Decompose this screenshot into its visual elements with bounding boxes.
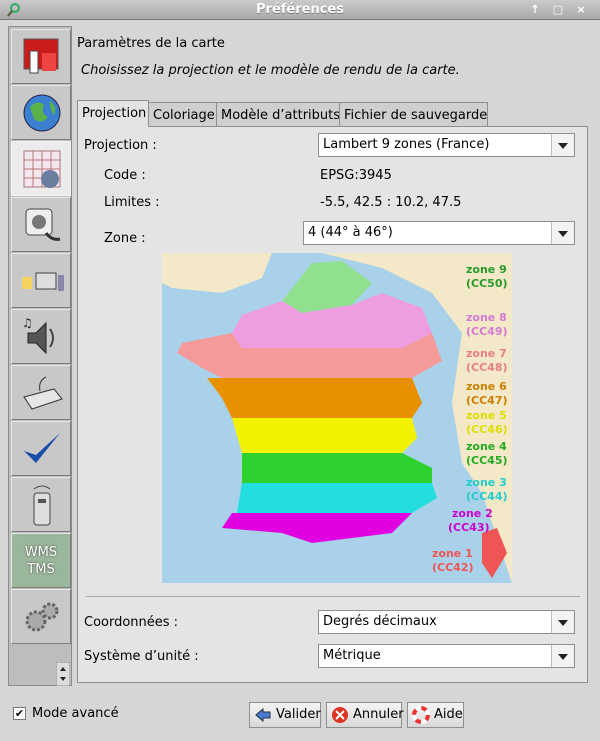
tab-attribute-model[interactable]: Modèle d’attributs xyxy=(216,102,340,126)
zone-select[interactable]: 4 (44° à 46°) xyxy=(303,221,575,245)
zone-3-name: zone 3 xyxy=(466,476,507,489)
paint-icon xyxy=(23,38,59,74)
sidebar-item-rendering[interactable] xyxy=(11,29,71,84)
coordinates-label: Coordonnées : xyxy=(84,615,179,630)
tab-save-file[interactable]: Fichier de sauvegarde xyxy=(339,102,488,126)
zone-2-cc: (CC43) xyxy=(448,521,490,534)
lifebuoy-icon xyxy=(412,706,430,724)
wms-label: WMS xyxy=(24,545,58,560)
limits-value: -5.5, 42.5 : 10.2, 47.5 xyxy=(320,195,462,210)
zone-value: 4 (44° à 46°) xyxy=(308,225,393,240)
sidebar-item-globe[interactable] xyxy=(11,85,71,140)
zone-label: Zone : xyxy=(104,231,146,246)
wms-tms-icon: WMS TMS xyxy=(12,544,70,578)
units-select[interactable]: Métrique xyxy=(318,644,575,668)
lambert-zones-map: zone 9 (CC50) zone 8 (CC49) zone 7 (CC48… xyxy=(162,253,512,583)
zone-1-cc: (CC42) xyxy=(432,561,474,574)
code-label: Code : xyxy=(104,168,146,183)
power-plug-icon xyxy=(25,208,61,241)
separator xyxy=(86,596,580,597)
validate-label: Valider xyxy=(276,707,321,722)
zone-4-name: zone 4 xyxy=(466,440,507,453)
page-title: Paramètres de la carte xyxy=(77,36,225,51)
zone-6-cc: (CC47) xyxy=(466,394,508,407)
arrow-left-icon xyxy=(255,707,271,723)
sidebar-item-connection[interactable] xyxy=(11,197,71,252)
coordinates-select[interactable]: Degrés décimaux xyxy=(318,610,575,634)
sidebar-item-keyboard[interactable] xyxy=(11,365,71,420)
projection-value: Lambert 9 zones (France) xyxy=(323,137,490,152)
chevron-down-icon xyxy=(551,645,574,667)
zone-6-name: zone 6 xyxy=(466,380,507,393)
checkmark-icon xyxy=(24,433,60,463)
zone-1-name: zone 1 xyxy=(432,547,473,560)
sidebar: ♫ WMS TMS xyxy=(8,26,72,686)
sidebar-item-checks[interactable] xyxy=(11,421,71,476)
sidebar-scroll-arrows[interactable] xyxy=(56,662,70,686)
advanced-mode-checkbox[interactable]: ✔ xyxy=(13,707,26,720)
help-label: Aide xyxy=(434,707,463,722)
units-label: Système d’unité : xyxy=(84,649,199,664)
validate-button[interactable]: Valider xyxy=(249,702,321,728)
globe-icon xyxy=(23,94,61,132)
zone-4-cc: (CC45) xyxy=(466,454,508,467)
help-button[interactable]: Aide xyxy=(407,702,464,728)
zone-8-name: zone 8 xyxy=(466,311,507,324)
chevron-down-icon xyxy=(551,611,574,633)
zone-7-cc: (CC48) xyxy=(466,361,508,374)
zone-7-name: zone 7 xyxy=(466,347,507,360)
units-value: Métrique xyxy=(323,648,381,663)
zone-9-name: zone 9 xyxy=(466,263,507,276)
chevron-down-icon xyxy=(551,222,574,244)
zone-9-cc: (CC50) xyxy=(466,277,508,290)
page-subtitle: Choisissez la projection et le modèle de… xyxy=(81,63,460,78)
gears-icon xyxy=(25,602,59,632)
keyboard-icon xyxy=(23,376,63,410)
title-bar: Préférences ↑ □ × xyxy=(0,0,600,20)
up-arrow-icon[interactable]: ↑ xyxy=(528,3,542,17)
maximize-icon[interactable]: □ xyxy=(551,3,565,17)
cancel-label: Annuler xyxy=(353,707,404,722)
remote-control-icon xyxy=(33,485,51,526)
tms-label: TMS xyxy=(27,562,55,577)
sidebar-item-wms-tms[interactable]: WMS TMS xyxy=(11,533,71,588)
tab-projection[interactable]: Projection xyxy=(77,100,149,127)
coordinates-value: Degrés décimaux xyxy=(323,614,437,629)
sidebar-item-sound[interactable]: ♫ xyxy=(11,309,71,364)
window-title: Préférences xyxy=(256,2,344,17)
close-icon[interactable]: × xyxy=(574,3,588,17)
folders-icon xyxy=(22,272,64,291)
svg-text:♫: ♫ xyxy=(22,316,33,330)
projection-label: Projection : xyxy=(84,138,157,153)
tab-coloriage[interactable]: Coloriage xyxy=(148,102,217,126)
zone-2-name: zone 2 xyxy=(452,507,493,520)
zone-5-name: zone 5 xyxy=(466,409,507,422)
sidebar-item-advanced[interactable] xyxy=(11,589,71,644)
advanced-mode-label: Mode avancé xyxy=(32,706,119,721)
cancel-icon xyxy=(332,707,348,723)
sidebar-item-projection[interactable] xyxy=(11,141,71,196)
cancel-button[interactable]: Annuler xyxy=(326,702,404,728)
projection-select[interactable]: Lambert 9 zones (France) xyxy=(318,133,575,157)
zone-5-cc: (CC46) xyxy=(466,423,508,436)
chevron-down-icon xyxy=(551,134,574,156)
sidebar-item-remote[interactable] xyxy=(11,477,71,532)
map-grid-icon xyxy=(23,150,61,188)
sidebar-item-folders[interactable] xyxy=(11,253,71,308)
zone-3-cc: (CC44) xyxy=(466,490,508,503)
speaker-icon: ♫ xyxy=(22,316,54,355)
zone-8-cc: (CC49) xyxy=(466,325,508,338)
limits-label: Limites : xyxy=(104,195,160,210)
code-value: EPSG:3945 xyxy=(320,168,392,183)
